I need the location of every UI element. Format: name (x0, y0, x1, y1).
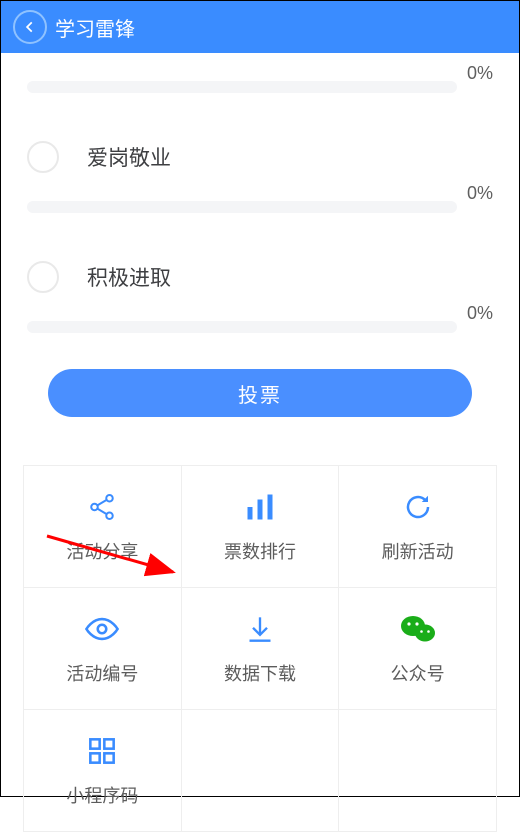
progress-row-1: 0% (27, 173, 493, 213)
action-grid: 活动分享 票数排行 刷新活动 活动编号 数据下载 (23, 465, 497, 832)
activity-id-button[interactable]: 活动编号 (24, 588, 182, 710)
empty-cell (182, 710, 340, 832)
poll-section: 0% 爱岗敬业 0% 积极进取 0% 投票 (1, 53, 519, 417)
share-icon (87, 492, 117, 522)
progress-bar (27, 201, 457, 213)
vote-ranking-button[interactable]: 票数排行 (182, 466, 340, 588)
data-download-button[interactable]: 数据下载 (182, 588, 340, 710)
refresh-icon (403, 492, 433, 522)
qrcode-icon (88, 737, 116, 765)
page-title: 学习雷锋 (55, 13, 135, 42)
progress-bar (27, 81, 457, 93)
cell-label: 票数排行 (224, 538, 296, 564)
progress-row-0: 0% (27, 53, 493, 93)
cell-label: 小程序码 (66, 782, 138, 808)
miniprogram-code-button[interactable]: 小程序码 (24, 710, 182, 832)
radio-icon (27, 261, 59, 293)
app-header: 学习雷锋 (1, 1, 519, 53)
download-icon (246, 615, 274, 643)
vote-button[interactable]: 投票 (48, 369, 472, 417)
public-account-button[interactable]: 公众号 (339, 588, 497, 710)
cell-label: 刷新活动 (382, 538, 454, 564)
share-activity-button[interactable]: 活动分享 (24, 466, 182, 588)
cell-label: 活动分享 (66, 538, 138, 564)
cell-label: 公众号 (391, 660, 445, 686)
wechat-icon (400, 614, 436, 644)
refresh-activity-button[interactable]: 刷新活动 (339, 466, 497, 588)
cell-label: 数据下载 (224, 660, 296, 686)
progress-bar (27, 321, 457, 333)
poll-option-1[interactable]: 积极进取 (27, 261, 493, 293)
chevron-left-icon (23, 20, 37, 34)
option-label: 积极进取 (87, 262, 171, 292)
bar-chart-icon (245, 494, 275, 520)
option-label: 爱岗敬业 (87, 142, 171, 172)
percent-label: 0% (467, 63, 493, 84)
back-button[interactable] (13, 10, 47, 44)
percent-label: 0% (467, 183, 493, 204)
percent-label: 0% (467, 303, 493, 324)
poll-option-0[interactable]: 爱岗敬业 (27, 141, 493, 173)
progress-row-2: 0% (27, 293, 493, 333)
radio-icon (27, 141, 59, 173)
cell-label: 活动编号 (66, 660, 138, 686)
eye-icon (85, 617, 119, 641)
empty-cell (339, 710, 497, 832)
